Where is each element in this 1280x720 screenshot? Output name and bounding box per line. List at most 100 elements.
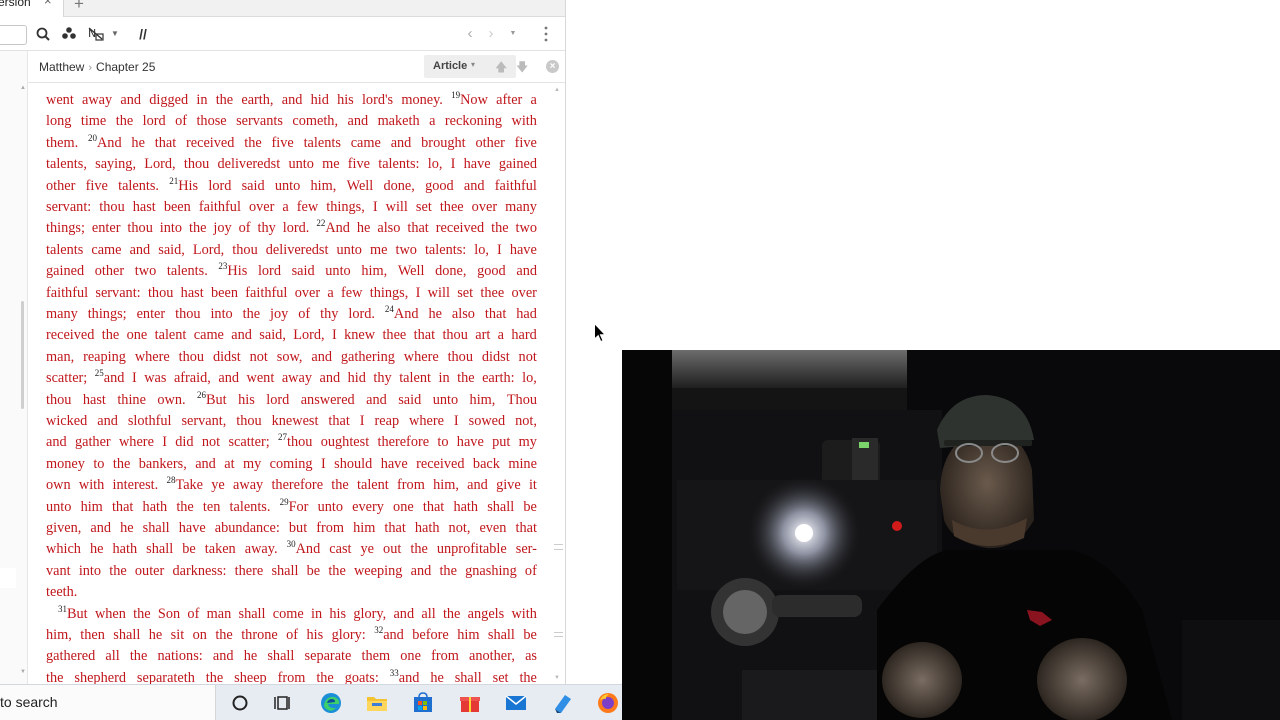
word[interactable]: servant,	[181, 413, 226, 430]
word[interactable]: other	[95, 263, 124, 280]
word[interactable]: from	[431, 648, 459, 665]
verse-number[interactable]: 28	[166, 475, 175, 485]
word[interactable]: in	[196, 92, 207, 109]
word[interactable]: not,	[449, 520, 471, 537]
word[interactable]: cometh,	[292, 113, 338, 130]
word[interactable]: knew	[344, 327, 375, 344]
word[interactable]: he	[131, 135, 145, 152]
word[interactable]: I	[332, 327, 337, 344]
word[interactable]: them.	[46, 135, 78, 152]
word[interactable]: 28Take	[166, 475, 203, 494]
word[interactable]: unto	[318, 499, 343, 516]
word[interactable]: have	[381, 456, 408, 473]
verse-number[interactable]: 32	[374, 625, 383, 635]
word[interactable]: him,	[361, 263, 387, 280]
word[interactable]: have	[464, 156, 491, 173]
word[interactable]: thou	[184, 156, 209, 173]
word[interactable]: been	[164, 199, 191, 216]
word[interactable]: two	[516, 220, 537, 237]
word[interactable]: the	[102, 327, 119, 344]
verse-number[interactable]: 29	[280, 497, 289, 507]
breadcrumb-chapter[interactable]: Chapter 25	[96, 60, 155, 74]
word[interactable]: will	[428, 285, 450, 302]
text-scrollbar[interactable]: ▲ ▼	[553, 84, 563, 690]
word[interactable]: unto	[275, 178, 300, 195]
word[interactable]: all	[105, 648, 119, 665]
scroll-grip[interactable]	[554, 632, 563, 637]
word[interactable]: five	[86, 178, 108, 195]
word[interactable]: Lord,	[293, 327, 324, 344]
word[interactable]: the	[331, 477, 348, 494]
word[interactable]: not	[519, 349, 537, 366]
word[interactable]: answered	[301, 392, 355, 409]
word[interactable]: come	[273, 606, 304, 623]
word[interactable]: slothful	[128, 413, 172, 430]
word[interactable]: earth:	[482, 370, 515, 387]
file-explorer-icon[interactable]	[365, 691, 389, 715]
word[interactable]: wicked	[46, 413, 87, 430]
verse-number[interactable]: 25	[95, 368, 104, 378]
word[interactable]: Thou	[507, 392, 537, 409]
word[interactable]: 24And	[385, 305, 419, 323]
word[interactable]: came	[194, 327, 224, 344]
word[interactable]: where	[119, 434, 154, 451]
word[interactable]: back	[473, 456, 500, 473]
word[interactable]: talents,	[46, 156, 87, 173]
word[interactable]: be	[307, 563, 321, 580]
word[interactable]: given,	[46, 520, 81, 537]
word[interactable]: 22And	[316, 219, 350, 237]
word[interactable]: unto	[46, 499, 71, 516]
word[interactable]: talent	[155, 327, 187, 344]
word[interactable]: and	[46, 434, 67, 451]
word[interactable]: the	[215, 627, 232, 644]
word[interactable]: also	[377, 220, 400, 237]
word[interactable]: with	[512, 113, 537, 130]
word[interactable]: thou	[448, 349, 473, 366]
word[interactable]: in	[438, 370, 449, 387]
word[interactable]: thou	[236, 413, 261, 430]
word[interactable]: said,	[259, 327, 286, 344]
word[interactable]: his	[238, 392, 255, 409]
word[interactable]: 23His	[218, 262, 247, 280]
parallel-icon[interactable]: //	[134, 24, 152, 44]
word[interactable]: the	[439, 563, 456, 580]
word[interactable]: own.	[157, 392, 185, 409]
word[interactable]: lo,	[474, 242, 489, 259]
word[interactable]: had	[516, 306, 537, 323]
people-icon[interactable]	[61, 24, 77, 44]
verse-number[interactable]: 26	[197, 390, 206, 400]
word[interactable]: received	[46, 327, 94, 344]
word[interactable]: the	[328, 563, 345, 580]
word[interactable]: thou	[175, 306, 200, 323]
word[interactable]: one	[127, 327, 148, 344]
word[interactable]: I	[132, 370, 137, 387]
word[interactable]: reckoning	[445, 113, 502, 130]
word[interactable]: also	[452, 306, 475, 323]
word[interactable]: angels	[468, 606, 505, 623]
verse-number[interactable]: 31	[58, 604, 67, 614]
word[interactable]: sow,	[277, 349, 303, 366]
search-icon[interactable]	[35, 24, 51, 44]
word[interactable]: unto	[288, 156, 313, 173]
word[interactable]: done,	[383, 178, 414, 195]
word[interactable]: many	[505, 199, 537, 216]
word[interactable]: when	[95, 606, 126, 623]
word[interactable]: of	[187, 606, 199, 623]
word[interactable]: talents	[304, 135, 341, 152]
word[interactable]: nations:	[157, 648, 202, 665]
word[interactable]: gathering	[341, 349, 395, 366]
edge-icon[interactable]	[319, 691, 343, 715]
word[interactable]: after	[496, 92, 522, 109]
word[interactable]: unprofitable	[437, 541, 507, 558]
word[interactable]: weeping	[354, 563, 402, 580]
word[interactable]: and	[97, 413, 118, 430]
document-tab[interactable]: ersion ×	[0, 0, 64, 17]
word[interactable]: even	[479, 520, 506, 537]
word[interactable]: away	[82, 92, 112, 109]
word[interactable]: the	[130, 648, 147, 665]
firefox-icon[interactable]	[596, 691, 620, 715]
taskbar-search-box[interactable]: to search	[0, 685, 216, 720]
word[interactable]: at	[224, 456, 234, 473]
word[interactable]: thou	[99, 199, 124, 216]
word[interactable]: he	[357, 220, 371, 237]
